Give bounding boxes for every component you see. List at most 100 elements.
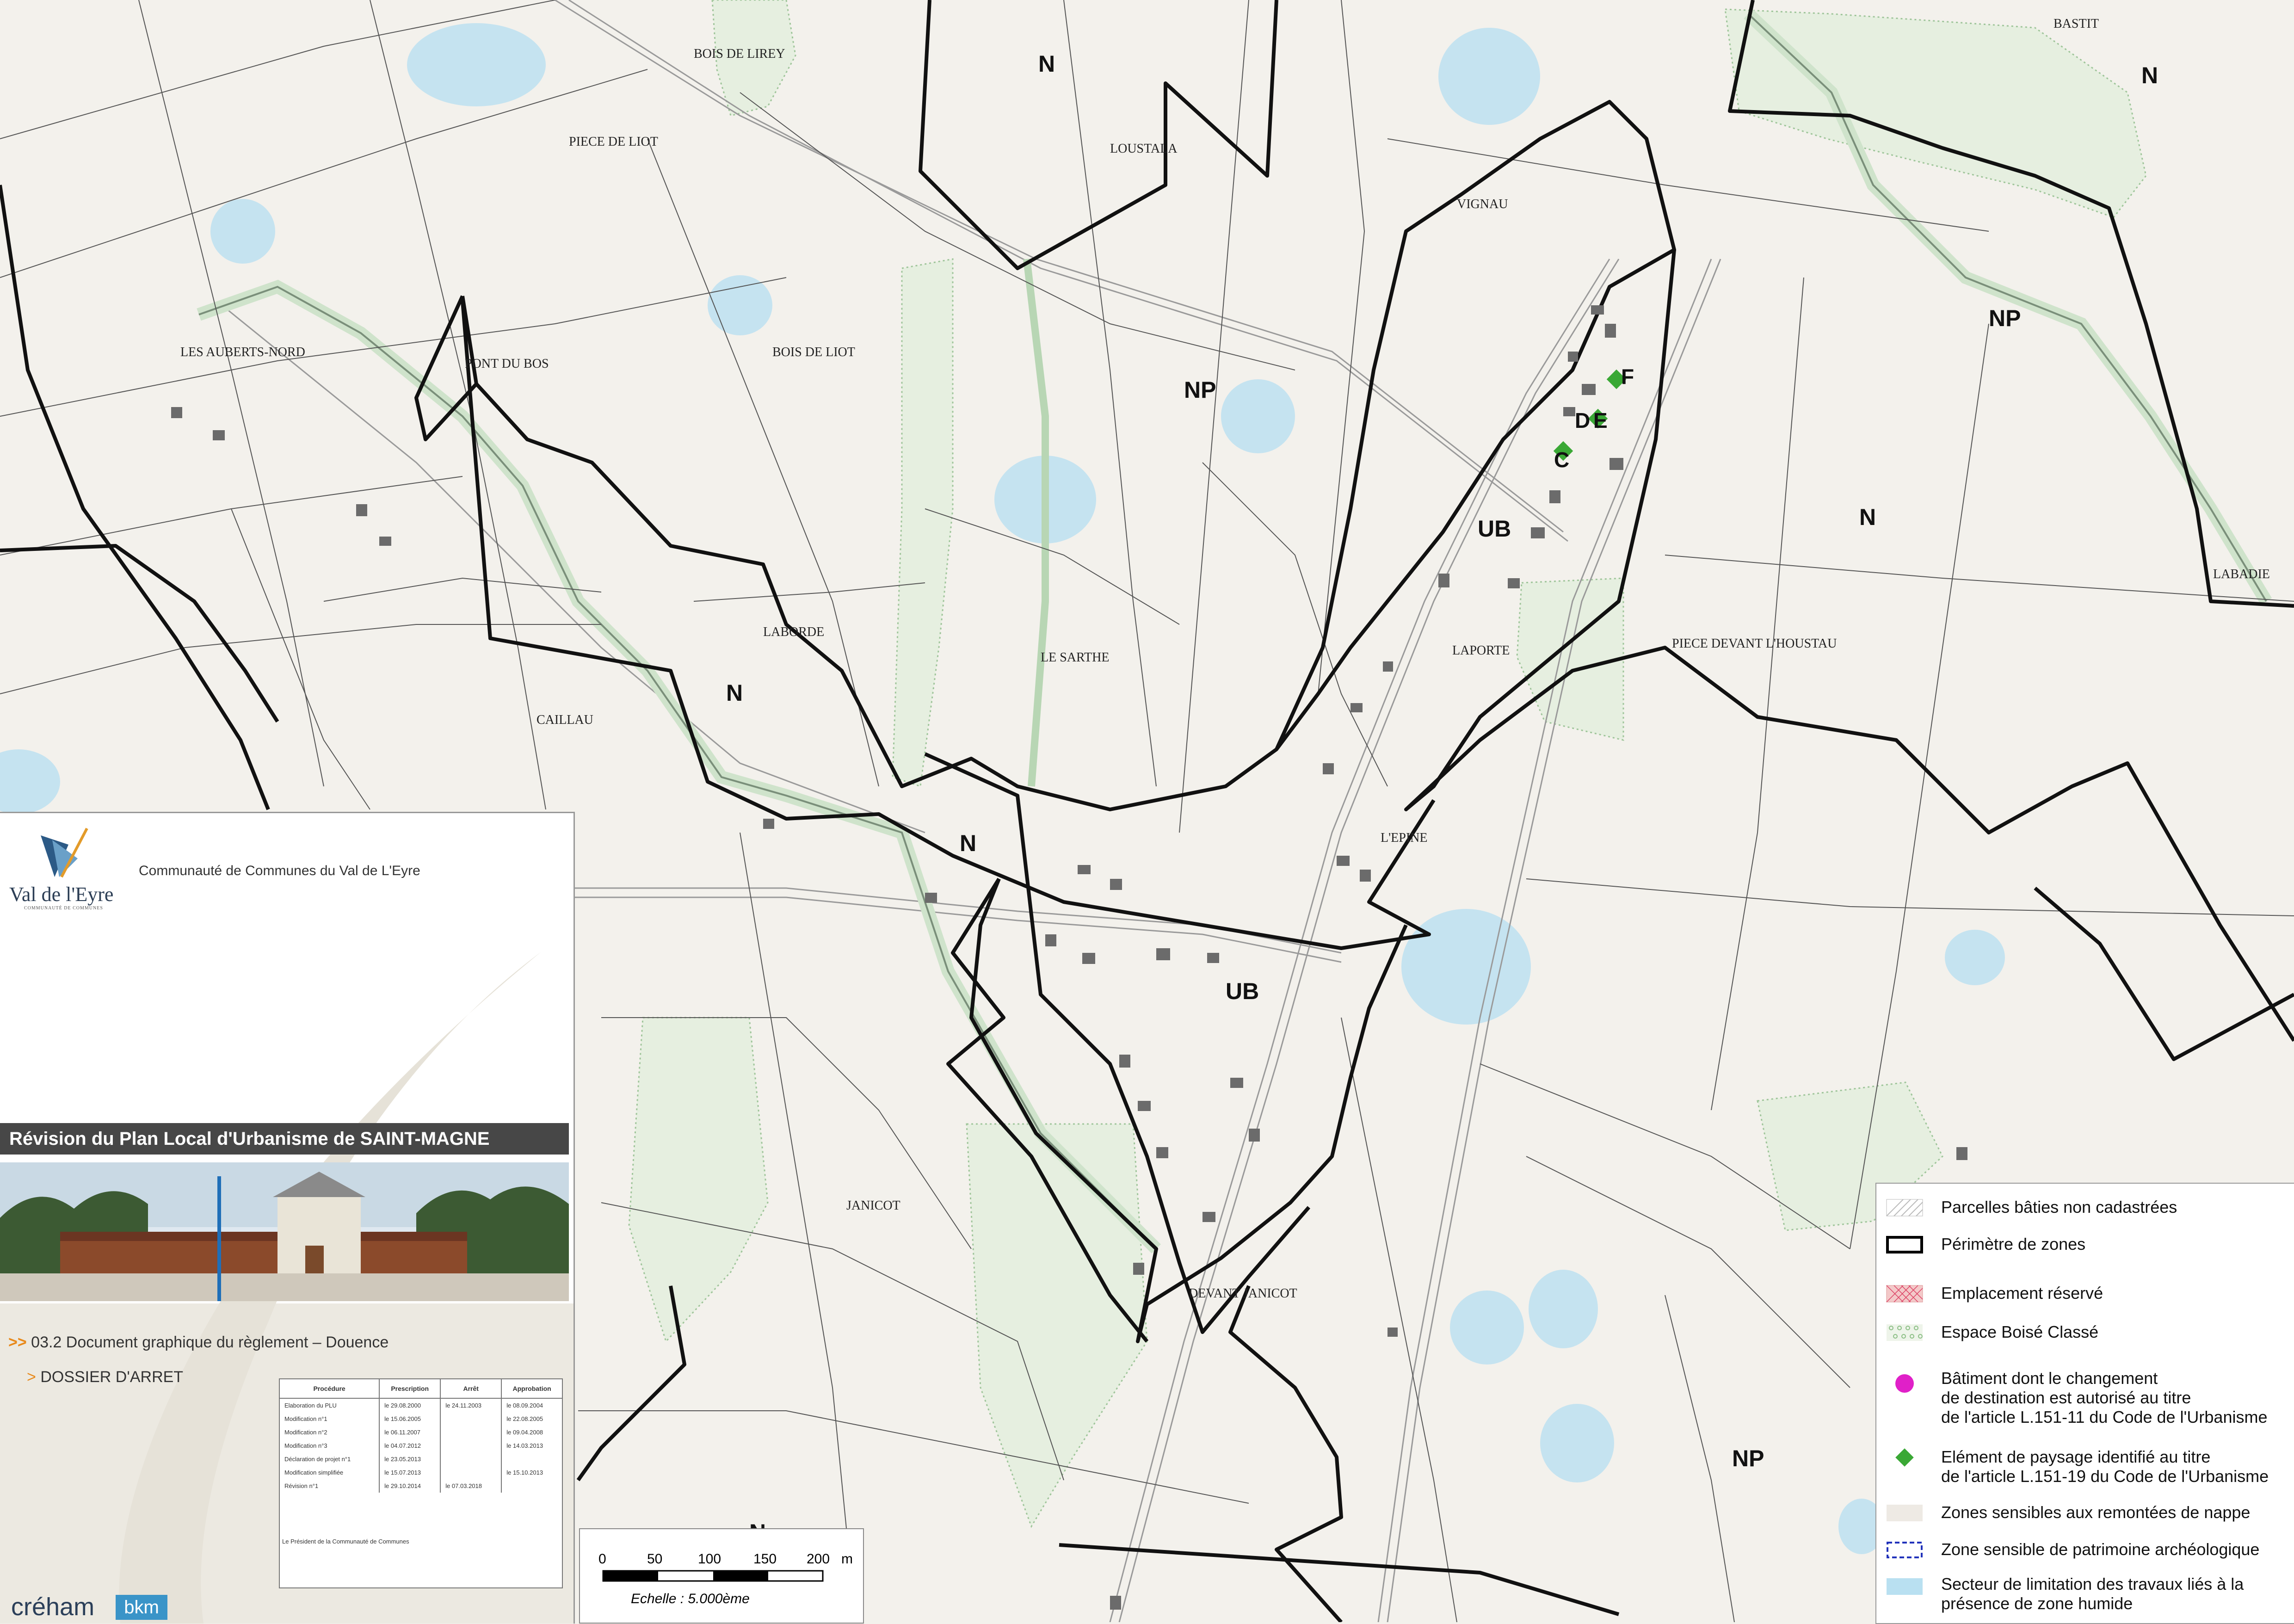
- legend-label: Secteur de limitation des travaux liés à…: [1941, 1575, 2244, 1613]
- zone-label-ub: UB: [1226, 978, 1259, 1004]
- legend-label: Emplacement réservé: [1941, 1284, 2103, 1303]
- zone-label-n: N: [2141, 62, 2158, 88]
- place-name: LOUSTALA: [1110, 142, 1178, 156]
- place-name: LAPORTE: [1452, 643, 1510, 658]
- scale-tick: 0: [598, 1551, 606, 1567]
- map-legend: Parcelles bâties non cadastrées Périmètr…: [1875, 1183, 2294, 1624]
- table-header: Prescription: [379, 1379, 441, 1399]
- table-cell: [440, 1466, 502, 1479]
- logo-text: Val de l'Eyre: [9, 883, 114, 906]
- building-change-icon: [1895, 1374, 1914, 1393]
- table-header: Procédure: [280, 1379, 380, 1399]
- table-row: Modification n°1 le 15.06.2005 le 22.08.…: [280, 1412, 562, 1426]
- scale-tick: 50: [647, 1551, 662, 1567]
- table-cell: le 14.03.2013: [506, 1442, 543, 1449]
- place-name: BASTIT: [2054, 17, 2099, 31]
- table-header: Arrêt: [440, 1379, 502, 1399]
- heritage-letter-d: D: [1575, 408, 1590, 432]
- dossier-label: DOSSIER D'ARRET: [40, 1368, 184, 1386]
- dossier-prefix: >: [27, 1368, 41, 1386]
- document-reference: >> 03.2 Document graphique du règlement …: [8, 1334, 388, 1352]
- plu-title-bar: Révision du Plan Local d'Urbanisme de SA…: [0, 1123, 569, 1155]
- bkm-logo: bkm: [116, 1595, 167, 1620]
- landscape-element-icon: [1895, 1448, 1914, 1467]
- doc-prefix: >>: [8, 1334, 31, 1351]
- table-cell: le 15.06.2005: [379, 1412, 441, 1426]
- groundwater-zone-icon: [1887, 1505, 1923, 1521]
- townhall-photo: [0, 1162, 569, 1301]
- zone-label-np: NP: [1732, 1445, 1764, 1471]
- place-name: LES AUBERTS-NORD: [180, 345, 305, 359]
- table-row: Modification n°2 le 06.11.2007 le 09.04.…: [280, 1426, 562, 1439]
- creham-logo: créham: [11, 1593, 95, 1621]
- legend-label: Elément de paysage identifié au titre de…: [1941, 1447, 2269, 1486]
- place-name: JANICOT: [846, 1198, 900, 1213]
- table-cell: Modification n°3: [280, 1439, 380, 1452]
- table-cell: le 04.07.2012: [379, 1439, 441, 1452]
- place-name: DEVANT JANICOT: [1189, 1286, 1297, 1301]
- scale-bar: 0 50 100 150 200 m Echelle : 5.000ème: [579, 1528, 864, 1624]
- table-cell: le 07.03.2018: [440, 1479, 502, 1493]
- zone-label-n: N: [1038, 51, 1055, 77]
- dossier-reference: > DOSSIER D'ARRET: [27, 1368, 183, 1386]
- place-name: LABORDE: [763, 625, 824, 639]
- table-cell: le 08.09.2004: [506, 1402, 543, 1409]
- archaeology-zone-icon: [1887, 1542, 1923, 1558]
- legend-label: Périmètre de zones: [1941, 1235, 2086, 1254]
- classified-woodland-icon: [1887, 1324, 1923, 1341]
- table-cell: le 29.10.2014: [379, 1479, 441, 1493]
- table-cell: Modification n°1: [280, 1412, 380, 1426]
- table-cell: [440, 1452, 502, 1466]
- heritage-letter-e: E: [1593, 408, 1608, 432]
- table-cell: le 15.07.2013: [379, 1466, 441, 1479]
- table-row: Révision n°1 le 29.10.2014 le 07.03.2018: [280, 1479, 562, 1493]
- legend-label: Espace Boisé Classé: [1941, 1322, 2099, 1341]
- table-cell: Modification simplifiée: [280, 1466, 380, 1479]
- table-cell: [501, 1452, 562, 1466]
- place-name: LE SARTHE: [1041, 650, 1109, 665]
- table-row: Elaboration du PLU le 29.08.2000 le 24.1…: [280, 1398, 562, 1412]
- plu-title: Révision du Plan Local d'Urbanisme de SA…: [9, 1129, 490, 1149]
- scale-graphic: 0 50 100 150 200 m Echelle : 5.000ème: [598, 1551, 853, 1606]
- table-row: Déclaration de projet n°1 le 23.05.2013: [280, 1452, 562, 1466]
- zone-perimeter-icon: [1886, 1236, 1923, 1254]
- place-name: PIECE DE LIOT: [569, 135, 658, 149]
- table-cell: Déclaration de projet n°1: [280, 1452, 380, 1466]
- place-name: VIGNAU: [1457, 197, 1508, 211]
- wetland-zone-icon: [1887, 1578, 1923, 1595]
- scale-tick: 150: [753, 1551, 777, 1567]
- table-cell: le 23.05.2013: [379, 1452, 441, 1466]
- heritage-letter-c: C: [1554, 448, 1569, 472]
- table-cell: Modification n°2: [280, 1426, 380, 1439]
- place-name: BOIS DE LIOT: [772, 345, 855, 359]
- scale-label: Echelle : 5.000ème: [631, 1591, 750, 1606]
- table-cell: le 15.10.2013: [506, 1469, 543, 1476]
- place-name: CAILLAU: [536, 713, 593, 727]
- zone-label-ub: UB: [1478, 516, 1511, 542]
- hatched-parcel-icon: [1886, 1199, 1923, 1216]
- table-header: Approbation: [501, 1379, 562, 1399]
- table-cell: [440, 1439, 502, 1452]
- table-row: Modification n°3 le 04.07.2012 le 14.03.…: [280, 1439, 562, 1452]
- place-name: PONT DU BOS: [465, 357, 549, 371]
- president-signature-line: Le Président de la Communauté de Commune…: [282, 1538, 409, 1545]
- table-row: Modification simplifiée le 15.07.2013 le…: [280, 1466, 562, 1479]
- logo-subtext: COMMUNAUTÉ DE COMMUNES: [24, 906, 103, 911]
- reserved-site-icon: [1886, 1285, 1923, 1303]
- table-cell: le 29.08.2000: [379, 1398, 441, 1412]
- table-cell: Révision n°1: [280, 1479, 380, 1493]
- table-cell: [440, 1426, 502, 1439]
- zone-label-n: N: [960, 830, 976, 856]
- table-cell: [501, 1479, 562, 1493]
- title-block: Val de l'Eyre COMMUNAUTÉ DE COMMUNES Com…: [0, 812, 575, 1624]
- legend-label: Parcelles bâties non cadastrées: [1941, 1198, 2177, 1216]
- scale-tick: 200: [807, 1551, 830, 1567]
- procedure-table: Procédure Prescription Arrêt Approbation…: [279, 1378, 563, 1588]
- community-name: Communauté de Communes du Val de L'Eyre: [139, 863, 420, 878]
- place-name: L'EPINE: [1381, 831, 1427, 845]
- zone-label-n: N: [1859, 504, 1876, 530]
- table-cell: le 24.11.2003: [440, 1398, 502, 1412]
- legend-label: Zone sensible de patrimoine archéologiqu…: [1941, 1540, 2260, 1559]
- table-cell: le 09.04.2008: [506, 1429, 543, 1436]
- zone-label-np: NP: [1989, 305, 2021, 331]
